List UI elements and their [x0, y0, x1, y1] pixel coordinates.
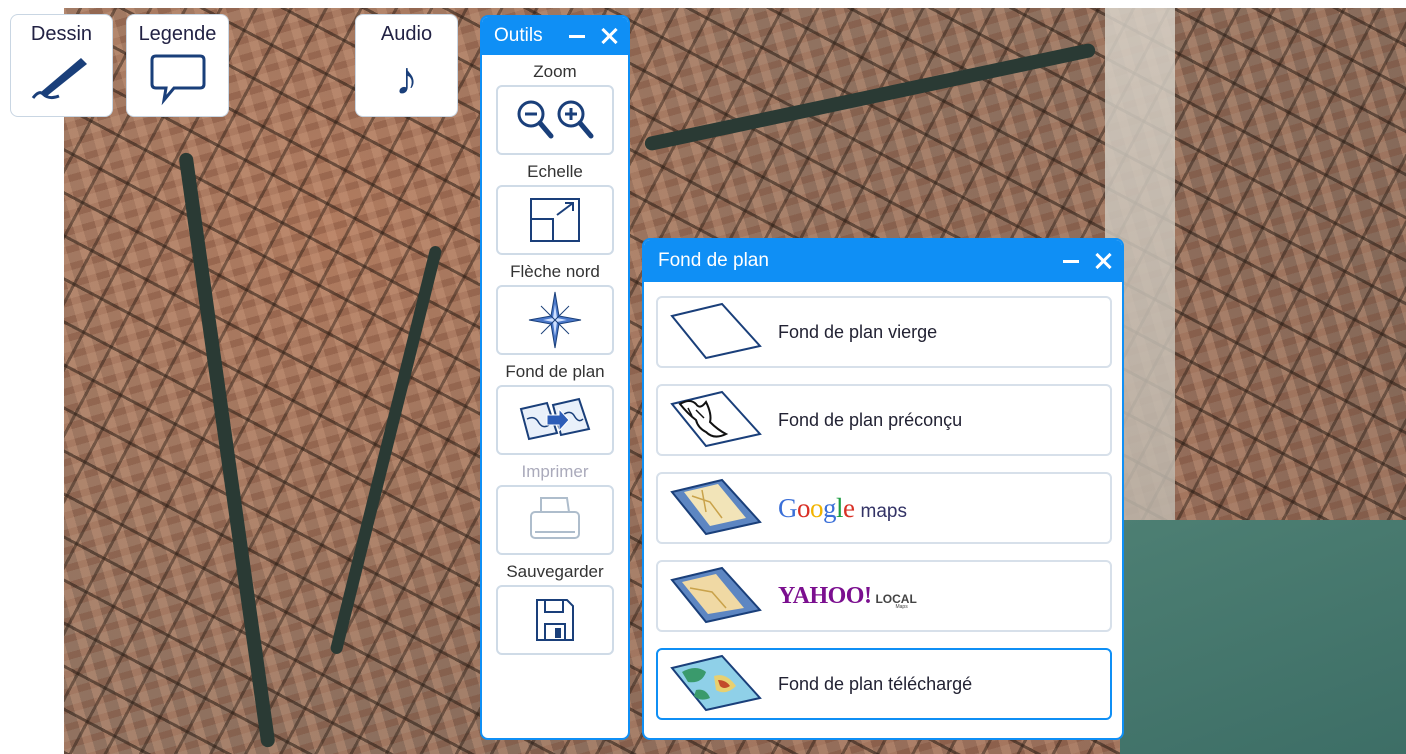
scale-icon: [530, 198, 580, 242]
floppy-disk-icon: [536, 599, 574, 641]
speech-bubble-icon: [150, 54, 205, 106]
close-icon[interactable]: [1092, 250, 1114, 272]
yahoo-map-thumbnail-icon: [670, 566, 762, 624]
outline-map-icon: [670, 390, 762, 448]
google-maps-label: Google maps: [778, 493, 907, 524]
close-icon[interactable]: [598, 25, 620, 47]
pen-icon: [31, 58, 87, 100]
yahoo-local-label: YAHOO! LOCAL Maps: [778, 583, 917, 610]
printer-icon: [530, 497, 580, 539]
echelle-button[interactable]: [496, 185, 614, 255]
fond-de-plan-list: Fond de plan vierge Fond de plan préconç…: [644, 282, 1122, 720]
option-label: Fond de plan préconçu: [778, 409, 963, 430]
sauvegarder-button[interactable]: [496, 585, 614, 655]
zoom-label: Zoom: [533, 62, 577, 81]
legende-button[interactable]: Legende: [126, 14, 229, 117]
fleche-nord-section: Flèche nord: [482, 259, 628, 355]
outils-title: Outils: [494, 25, 543, 46]
compass-rose-icon: [528, 291, 582, 349]
option-google-maps[interactable]: Google maps: [656, 472, 1112, 544]
option-fond-de-plan-telecharge[interactable]: Fond de plan téléchargé: [656, 648, 1112, 720]
map-lagoon: [1120, 520, 1406, 754]
option-label: Fond de plan vierge: [778, 321, 938, 342]
fond-de-plan-title: Fond de plan: [658, 250, 769, 271]
music-note-icon: ♪: [395, 52, 418, 104]
sauvegarder-label: Sauvegarder: [506, 562, 604, 581]
maps-label: maps: [860, 500, 907, 522]
legende-label: Legende: [138, 23, 217, 45]
blank-map-icon: [670, 302, 762, 360]
imprimer-label: Imprimer: [521, 462, 589, 481]
fond-de-plan-label: Fond de plan: [505, 362, 605, 381]
downloaded-map-icon: [670, 654, 762, 712]
google-map-thumbnail-icon: [670, 478, 762, 536]
option-label: Fond de plan téléchargé: [778, 673, 973, 694]
option-fond-de-plan-vierge[interactable]: Fond de plan vierge: [656, 296, 1112, 368]
outils-panel: Outils Zoom Echelle Flèche nord Fond de …: [480, 15, 630, 740]
dessin-label: Dessin: [30, 23, 93, 45]
fleche-nord-label: Flèche nord: [510, 262, 600, 281]
option-fond-de-plan-preconcu[interactable]: Fond de plan préconçu: [656, 384, 1112, 456]
zoom-buttons: [496, 85, 614, 155]
minimize-icon[interactable]: [566, 25, 588, 47]
fond-de-plan-panel: Fond de plan Fond de plan vierge Fond de…: [642, 238, 1124, 740]
option-yahoo-local[interactable]: YAHOO! LOCAL Maps: [656, 560, 1112, 632]
echelle-section: Echelle: [482, 159, 628, 255]
dessin-button[interactable]: Dessin: [10, 14, 113, 117]
audio-button[interactable]: Audio ♪: [355, 14, 458, 117]
imprimer-button[interactable]: [496, 485, 614, 555]
minimize-icon[interactable]: [1060, 250, 1082, 272]
base-map-switch-icon: [519, 397, 591, 441]
sauvegarder-section: Sauvegarder: [482, 559, 628, 655]
audio-label: Audio: [380, 23, 433, 45]
fleche-nord-button[interactable]: [496, 285, 614, 355]
zoom-in-icon[interactable]: [555, 98, 595, 142]
outils-header[interactable]: Outils: [482, 17, 628, 55]
local-label: LOCAL Maps: [875, 591, 917, 610]
imprimer-section: Imprimer: [482, 459, 628, 555]
google-logo: Google: [778, 492, 855, 523]
fond-de-plan-header[interactable]: Fond de plan: [644, 240, 1122, 282]
zoom-out-icon[interactable]: [515, 98, 555, 142]
echelle-label: Echelle: [527, 162, 583, 181]
yahoo-logo: YAHOO!: [778, 582, 872, 609]
fond-de-plan-section: Fond de plan: [482, 359, 628, 455]
fond-de-plan-button[interactable]: [496, 385, 614, 455]
zoom-section: Zoom: [482, 59, 628, 155]
